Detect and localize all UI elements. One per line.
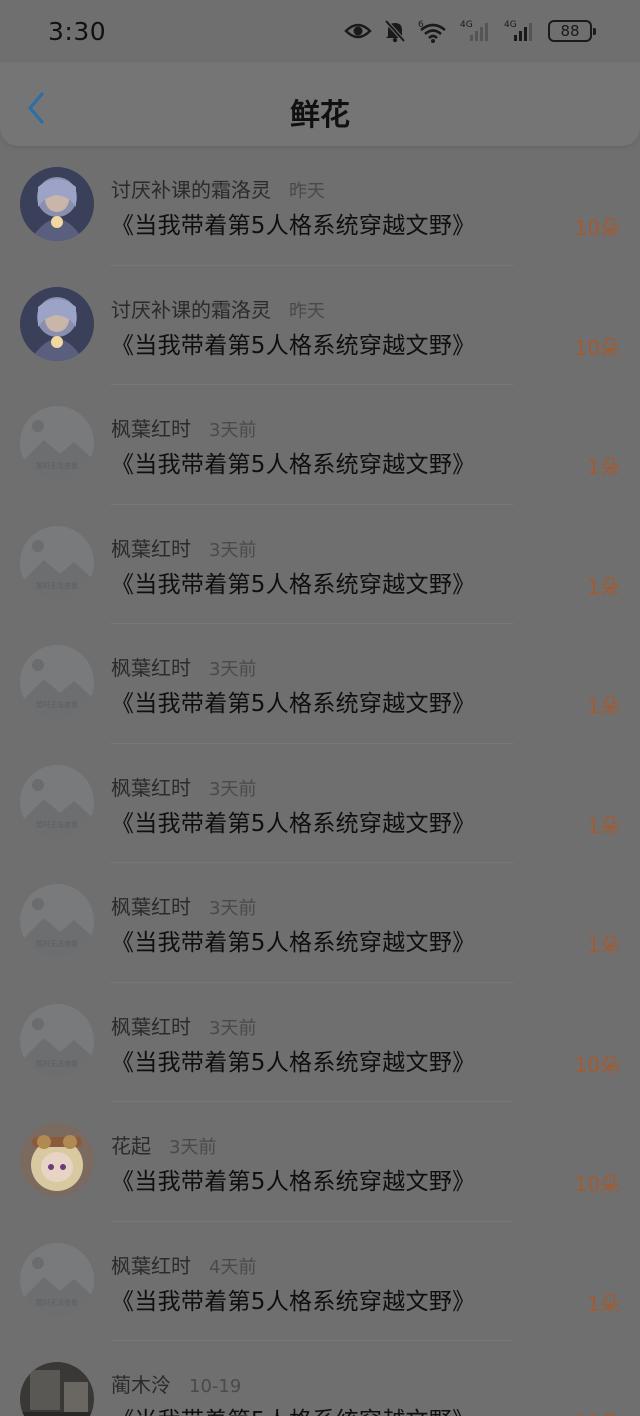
user-name[interactable]: 枫葉红时	[111, 652, 191, 681]
list-item[interactable]: 暂时无法查看 枫葉红时 3天前《当我带着第5人格系统穿越文野》 1朵	[0, 385, 640, 505]
timestamp: 4天前	[209, 1256, 257, 1278]
network-type: 4G	[460, 20, 473, 30]
book-title[interactable]: 《当我带着第5人格系统穿越文野》	[111, 923, 475, 957]
avatar[interactable]	[20, 286, 94, 361]
list-item[interactable]: 蔺木泠 10-19 《当我带着第5人格系统穿越文野》 10朵	[0, 1341, 640, 1416]
name-row: 枫葉红时 4天前	[111, 1250, 256, 1279]
bell-muted-icon	[384, 19, 406, 43]
svg-text:暂时无法查看: 暂时无法查看	[36, 820, 78, 829]
status-time: 3:30	[48, 16, 107, 46]
status-bar: 3:30 6 4G 4G 88	[0, 0, 640, 62]
timestamp: 3天前	[209, 539, 257, 561]
timestamp: 昨天	[289, 300, 325, 322]
avatar[interactable]: 暂时无法查看	[20, 406, 94, 480]
book-title[interactable]: 《当我带着第5人格系统穿越文野》	[111, 445, 475, 479]
battery-icon: 88	[548, 20, 596, 42]
user-name[interactable]: 枫葉红时	[111, 533, 191, 562]
name-row: 枫葉红时 3天前	[111, 772, 256, 801]
name-row: 枫葉红时 3天前	[111, 652, 256, 681]
list-item[interactable]: 暂时无法查看 枫葉红时 3天前《当我带着第5人格系统穿越文野》 1朵	[0, 505, 640, 624]
book-title[interactable]: 《当我带着第5人格系统穿越文野》	[111, 565, 475, 599]
flower-count: 1朵	[587, 694, 620, 718]
avatar[interactable]: 暂时无法查看	[20, 764, 94, 839]
eye-icon	[344, 21, 372, 41]
svg-text:暂时无法查看: 暂时无法查看	[36, 1059, 78, 1068]
svg-text:暂时无法查看: 暂时无法查看	[36, 461, 78, 470]
book-title[interactable]: 《当我带着第5人格系统穿越文野》	[111, 1162, 475, 1196]
list-item[interactable]: 暂时无法查看 枫葉红时 3天前《当我带着第5人格系统穿越文野》 1朵	[0, 744, 640, 863]
list-item[interactable]: 花起 3天前《当我带着第5人格系统穿越文野》 10朵	[0, 1102, 640, 1222]
timestamp: 10-19	[189, 1376, 242, 1397]
network-type: 4G	[504, 20, 517, 30]
page-title: 鲜花	[290, 98, 350, 133]
avatar[interactable]: 暂时无法查看	[20, 1003, 94, 1078]
timestamp: 3天前	[209, 1017, 257, 1039]
flower-count: 1朵	[587, 1291, 620, 1316]
book-title[interactable]: 《当我带着第5人格系统穿越文野》	[111, 326, 475, 360]
user-name[interactable]: 枫葉红时	[111, 1250, 191, 1279]
timestamp: 3天前	[169, 1137, 217, 1158]
avatar[interactable]	[20, 167, 94, 241]
flower-count: 1朵	[587, 813, 620, 838]
flower-count: 10朵	[574, 216, 620, 240]
name-row: 枫葉红时 3天前	[111, 533, 256, 562]
list-item[interactable]: 暂时无法查看 枫葉红时 4天前《当我带着第5人格系统穿越文野》 1朵	[0, 1222, 640, 1341]
flower-count: 10朵	[574, 1052, 620, 1077]
name-row: 枫葉红时 3天前	[111, 1011, 256, 1040]
list-item[interactable]: 暂时无法查看 枫葉红时 3天前《当我带着第5人格系统穿越文野》 10朵	[0, 983, 640, 1102]
list-item[interactable]: 暂时无法查看 枫葉红时 3天前《当我带着第5人格系统穿越文野》 1朵	[0, 863, 640, 983]
book-title[interactable]: 《当我带着第5人格系统穿越文野》	[111, 206, 475, 240]
timestamp: 3天前	[209, 778, 257, 800]
list-item[interactable]: 讨厌补课的霜洛灵 昨天《当我带着第5人格系统穿越文野》 10朵	[0, 266, 640, 385]
list-item[interactable]: 暂时无法查看 枫葉红时 3天前《当我带着第5人格系统穿越文野》 1朵	[0, 624, 640, 744]
status-icons: 6 4G 4G 88	[344, 19, 596, 43]
signal-4g-icon: 4G	[460, 19, 492, 43]
user-name[interactable]: 蔺木泠	[111, 1369, 171, 1398]
timestamp: 3天前	[209, 898, 257, 919]
svg-text:暂时无法查看: 暂时无法查看	[36, 581, 78, 590]
flower-count: 1朵	[587, 574, 620, 599]
book-title[interactable]: 《当我带着第5人格系统穿越文野》	[111, 684, 475, 718]
name-row: 蔺木泠 10-19	[111, 1369, 241, 1398]
book-title[interactable]: 《当我带着第5人格系统穿越文野》	[111, 1043, 475, 1077]
avatar[interactable]: 暂时无法查看	[20, 884, 94, 958]
user-name[interactable]: 讨厌补课的霜洛灵	[111, 174, 271, 203]
avatar[interactable]	[20, 1123, 94, 1197]
svg-text:暂时无法查看: 暂时无法查看	[36, 939, 78, 948]
name-row: 枫葉红时 3天前	[111, 891, 256, 920]
user-name[interactable]: 枫葉红时	[111, 891, 191, 920]
signal-4g-icon: 4G	[504, 19, 536, 43]
name-row: 讨厌补课的霜洛灵 昨天	[111, 174, 325, 203]
book-title[interactable]: 《当我带着第5人格系统穿越文野》	[111, 804, 475, 838]
svg-text:暂时无法查看: 暂时无法查看	[36, 700, 78, 709]
svg-text:暂时无法查看: 暂时无法查看	[36, 1298, 78, 1307]
flower-count: 1朵	[587, 933, 620, 957]
name-row: 花起 3天前	[111, 1130, 216, 1159]
book-title[interactable]: 《当我带着第5人格系统穿越文野》	[111, 1282, 475, 1316]
flower-count: 10朵	[574, 1172, 620, 1196]
timestamp: 昨天	[289, 181, 325, 202]
flower-count: 10朵	[575, 1407, 620, 1416]
user-name[interactable]: 花起	[111, 1130, 151, 1159]
name-row: 枫葉红时 3天前	[111, 413, 256, 442]
avatar[interactable]: 暂时无法查看	[20, 1242, 94, 1317]
timestamp: 3天前	[209, 659, 257, 680]
user-name[interactable]: 枫葉红时	[111, 772, 191, 801]
flower-list: 讨厌补课的霜洛灵 昨天 《当我带着第5人格系统穿越文野》 10朵 讨厌补课的霜洛灵 昨天《…	[0, 146, 640, 1416]
flower-count: 10朵	[574, 335, 620, 360]
timestamp: 3天前	[209, 420, 257, 441]
user-name[interactable]: 枫葉红时	[111, 1011, 191, 1040]
book-title[interactable]: 《当我带着第5人格系统穿越文野》	[111, 1401, 475, 1416]
avatar[interactable]	[20, 1362, 94, 1416]
user-name[interactable]: 枫葉红时	[111, 413, 191, 442]
list-item[interactable]: 讨厌补课的霜洛灵 昨天《当我带着第5人格系统穿越文野》 10朵	[0, 146, 640, 266]
avatar[interactable]: 暂时无法查看	[20, 525, 94, 600]
avatar[interactable]: 暂时无法查看	[20, 645, 94, 719]
name-row: 讨厌补课的霜洛灵 昨天	[111, 294, 325, 323]
nav-header: 鲜花	[0, 62, 640, 146]
user-name[interactable]: 讨厌补课的霜洛灵	[111, 294, 271, 323]
flower-count: 1朵	[587, 455, 620, 479]
wifi-icon: 6	[418, 19, 448, 43]
